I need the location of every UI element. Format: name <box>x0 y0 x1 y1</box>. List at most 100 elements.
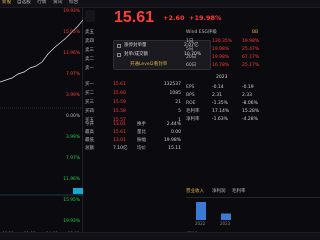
fin-row: 毛利率 17.14% 15.28% <box>186 109 320 117</box>
period-value: 16.78% <box>212 63 230 68</box>
order-volume: 21 <box>175 100 181 105</box>
metric-label: 均价 <box>137 146 146 151</box>
pct-label: 11.96% <box>63 51 80 56</box>
popup-label: 涨停封单量 <box>124 43 147 48</box>
order-label: 买四 <box>85 109 94 114</box>
order-volume: 5 <box>178 109 181 114</box>
order-price: 15.59 <box>113 100 126 105</box>
order-volume: 1085 <box>169 91 181 96</box>
fin-row: BPS 2.31 2.33 <box>186 93 320 101</box>
tab-gross-margin[interactable]: 毛利率 <box>232 189 246 195</box>
order-price: 15.60 <box>113 91 126 96</box>
return-row: 60日 16.78% 25.17% <box>186 63 320 71</box>
fin-value: -8.06% <box>242 101 258 106</box>
pct-label: 15.95% <box>63 198 80 203</box>
metric-row: 总额 7.10亿 均价 15.11 <box>85 146 183 154</box>
metric-value: 13.01 <box>113 122 126 127</box>
order-label: 卖五 <box>85 30 94 35</box>
pct-label: 7.97% <box>66 72 80 77</box>
fin-row: 净利率 -1.63% -4.28% <box>186 117 320 125</box>
price-change: +2.60 <box>163 14 185 22</box>
tab-revenue[interactable]: 营业收入 <box>186 189 204 195</box>
order-volume: 132537 <box>163 82 181 87</box>
tab-net-profit[interactable]: 净利润 <box>212 189 226 195</box>
fin-value: 17.14% <box>212 109 230 114</box>
fin-label: EPS <box>186 85 195 90</box>
metric-label: 量比 <box>137 130 146 135</box>
metric-value: 19.98% <box>163 138 181 143</box>
metric-label: 最高 <box>85 130 94 135</box>
order-row: 买二 15.60 1085 <box>85 91 183 100</box>
nav-item-watchlist[interactable]: 自选股 <box>17 0 31 6</box>
nav-item-market[interactable]: 行情 <box>37 0 46 6</box>
year-label: 2023 <box>220 221 231 226</box>
period-value: 25.47% <box>242 47 260 52</box>
order-row: 卖五 <box>85 30 183 39</box>
nav-item-news[interactable]: 资讯 <box>53 0 62 6</box>
pct-label: 0.00% <box>66 114 80 119</box>
fin-value: -0.14 <box>212 85 224 90</box>
fin-value: -4.28% <box>242 117 258 122</box>
back-button[interactable] <box>85 10 95 22</box>
metric-row: 最高 15.61 量比 0.00 <box>85 130 183 138</box>
level2-link[interactable]: 开通Level2看封单 <box>130 62 167 68</box>
period-value: 19.98% <box>242 39 260 44</box>
popup-label: 封单/成交额 <box>124 52 149 57</box>
period-value: 19.98% <box>212 47 230 52</box>
order-row: 买三 15.59 21 <box>85 100 183 109</box>
revenue-bar <box>221 213 231 220</box>
nav-item-new[interactable]: 新股 <box>2 0 11 6</box>
metric-value: 15.11 <box>168 146 181 151</box>
revenue-bar <box>196 202 206 220</box>
checkbox-icon[interactable] <box>117 44 121 48</box>
order-row: 买四 15.58 5 <box>85 109 183 118</box>
pct-top: 19.93% <box>63 9 80 14</box>
order-price: 15.58 <box>113 109 126 114</box>
metric-value: 0.00 <box>170 130 181 135</box>
metric-label: 今开 <box>85 122 94 127</box>
period-value: 19.98% <box>212 55 230 60</box>
period-value: 67.17% <box>242 55 260 60</box>
pct-label: 15.95% <box>63 30 80 35</box>
pct-label: 7.97% <box>66 156 80 161</box>
pct-label: 19.93% <box>63 219 80 224</box>
pct-label: 3.99% <box>66 135 80 140</box>
fin-year: 2023 <box>216 75 228 80</box>
price-change-pct: +19.98% <box>189 14 222 22</box>
volume-highlight <box>73 188 83 194</box>
metric-label: 总额 <box>85 146 94 151</box>
fin-value: 2.33 <box>242 93 253 98</box>
financial-tabs: 营业收入 净利润 毛利率 <box>186 188 320 198</box>
fin-value: -1.35% <box>212 101 228 106</box>
period-label: 20日 <box>186 55 197 60</box>
year-label: 2022 <box>195 221 206 226</box>
order-label: 买二 <box>85 91 94 96</box>
return-row: 20日 19.98% 67.17% <box>186 55 320 63</box>
nav-item-general[interactable]: 综合 <box>69 0 78 6</box>
metric-value: 2.44% <box>166 122 181 127</box>
esg-title: Wind ESG评级 <box>186 30 217 35</box>
esg-rating: BB <box>252 30 259 35</box>
metric-label: 换手 <box>137 122 146 127</box>
metric-label: 振幅 <box>137 138 146 143</box>
order-price: 15.61 <box>113 82 126 87</box>
checkbox-icon[interactable] <box>117 53 121 57</box>
order-label: 卖四 <box>85 39 94 44</box>
fin-label: ROE <box>186 101 196 106</box>
period-label: 60日 <box>186 63 197 68</box>
order-label: 卖三 <box>85 48 94 53</box>
period-label: 1日 <box>186 39 194 44</box>
intraday-chart[interactable]: 19.93% 15.95% 11.96% 7.97% 3.99% 0.00% 3… <box>0 8 83 236</box>
order-row: 买一 15.61 132537 <box>85 82 183 91</box>
fin-label: 净利率 <box>186 117 200 122</box>
quote-header: 15.61 +2.60 +19.98% <box>85 8 320 30</box>
fin-value: -0.19 <box>242 85 254 90</box>
metric-label: 最低 <box>85 138 94 143</box>
fin-row: ROE -1.35% -8.06% <box>186 101 320 109</box>
fin-label: BPS <box>186 93 195 98</box>
revenue-bars <box>186 200 320 230</box>
metric-value: 13.01 <box>113 138 126 143</box>
order-label: 买一 <box>85 82 94 87</box>
fin-value: 2.31 <box>212 93 223 98</box>
period-label: 5日 <box>186 47 194 52</box>
